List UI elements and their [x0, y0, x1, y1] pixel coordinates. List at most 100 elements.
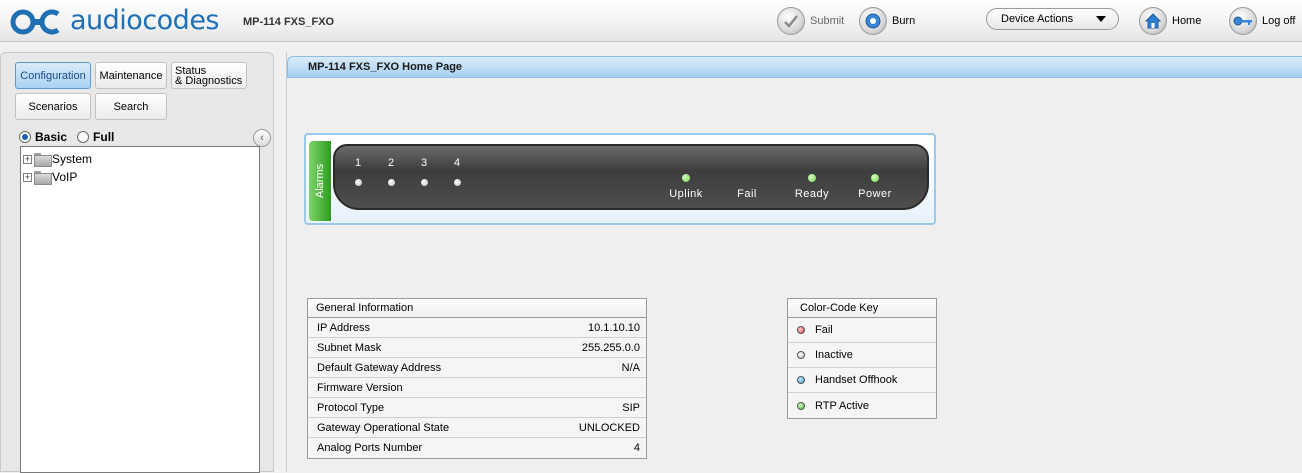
ready-led — [808, 174, 816, 182]
burn-disc-icon — [859, 7, 887, 35]
basic-label: Basic — [35, 130, 68, 144]
row-value: 4 — [633, 442, 640, 454]
tab-search[interactable]: Search — [95, 93, 167, 120]
device-actions-dropdown[interactable]: Device Actions — [986, 8, 1119, 30]
table-row: Analog Ports Number 4 — [308, 438, 646, 458]
logoff-label: Log off — [1262, 15, 1296, 27]
burn-label: Burn — [892, 15, 916, 27]
fail-label: Fail — [737, 188, 757, 200]
row-label: IP Address — [317, 321, 370, 334]
table-row: Protocol Type SIP — [308, 398, 646, 418]
uplink-label: Uplink — [669, 188, 703, 200]
row-label: Analog Ports Number — [317, 442, 423, 454]
full-radio[interactable] — [77, 131, 90, 143]
table-row: Gateway Operational State UNLOCKED — [308, 418, 646, 438]
device-front-panel: Alarms 1 2 3 4 Uplink Fail Ready Power — [304, 133, 936, 225]
port-led-3[interactable] — [421, 179, 428, 186]
expand-plus-icon[interactable]: + — [23, 154, 32, 164]
uplink-led — [682, 174, 690, 182]
list-item: Inactive — [788, 343, 936, 368]
full-label: Full — [93, 130, 115, 144]
key-label: RTP Active — [815, 399, 870, 412]
table-row: IP Address 10.1.10.10 — [308, 318, 646, 338]
color-code-key-title: Color-Code Key — [800, 302, 879, 314]
inactive-led-icon — [797, 351, 805, 359]
alarms-tab[interactable]: Alarms — [309, 141, 331, 221]
fail-led-icon — [797, 326, 805, 334]
home-button[interactable]: Home — [1139, 6, 1201, 36]
model-title: MP-114 FXS_FXO — [243, 16, 335, 28]
folder-icon — [34, 171, 52, 185]
tree-item-label: VoIP — [52, 170, 78, 184]
logo-mark-icon — [10, 9, 60, 35]
folder-icon — [34, 153, 52, 167]
port-led-2[interactable] — [388, 179, 395, 186]
row-value: SIP — [622, 401, 640, 414]
row-label: Subnet Mask — [317, 341, 382, 354]
row-label: Default Gateway Address — [317, 361, 442, 374]
menu-mode-selector: Basic Full — [19, 130, 114, 144]
basic-radio[interactable] — [19, 131, 31, 143]
list-item: Handset Offhook — [788, 368, 936, 393]
page-title-bar: MP-114 FXS_FXO Home Page — [287, 56, 1302, 78]
table-row: Firmware Version — [308, 378, 646, 398]
power-label: Power — [858, 188, 892, 200]
expand-plus-icon[interactable]: + — [23, 172, 32, 182]
tab-maintenance[interactable]: Maintenance — [95, 62, 167, 89]
row-value: 10.1.10.10 — [588, 321, 640, 334]
submit-label: Submit — [810, 15, 845, 27]
row-label: Gateway Operational State — [317, 421, 450, 434]
ready-label: Ready — [794, 188, 830, 200]
key-label: Inactive — [815, 349, 853, 361]
tree-item-voip[interactable]: + VoIP — [23, 170, 78, 185]
home-label: Home — [1172, 15, 1202, 27]
check-icon — [777, 7, 805, 35]
port-led-1[interactable] — [355, 179, 362, 186]
row-label: Firmware Version — [317, 381, 403, 394]
list-item: Fail — [788, 318, 936, 343]
audiocodes-logo: audiocodes — [8, 4, 236, 38]
house-icon — [1139, 7, 1167, 35]
key-icon — [1229, 7, 1257, 35]
navigation-sidebar: Configuration Maintenance Status & Diagn… — [0, 52, 274, 473]
burn-button[interactable]: Burn — [859, 6, 915, 36]
device-chassis: 1 2 3 4 Uplink Fail Ready Power — [333, 144, 929, 210]
general-information-table: General Information IP Address 10.1.10.1… — [307, 298, 647, 459]
row-value: N/A — [621, 361, 640, 374]
tab-scenarios-label: Scenarios — [28, 100, 78, 113]
general-information-header: General Information — [308, 299, 646, 318]
device-actions-label: Device Actions — [1001, 13, 1074, 25]
power-led — [871, 174, 879, 182]
logo-text: audiocodes — [70, 5, 220, 36]
submit-button[interactable]: Submit — [777, 6, 844, 36]
navigation-tree: + System + VoIP — [20, 146, 260, 473]
port-number: 2 — [387, 157, 395, 169]
rtp-active-led-icon — [797, 401, 805, 410]
row-value: UNLOCKED — [578, 421, 640, 434]
collapse-sidebar-button[interactable]: ‹ — [253, 129, 271, 147]
table-row: Default Gateway Address N/A — [308, 358, 646, 378]
main-content: MP-114 FXS_FXO Home Page Alarms 1 2 3 4 … — [286, 52, 1302, 472]
color-code-key-header: Color-Code Key — [788, 299, 936, 318]
key-label: Fail — [815, 324, 833, 336]
list-item: RTP Active — [788, 393, 936, 418]
tree-item-system[interactable]: + System — [23, 152, 93, 167]
alarms-label: Alarms — [314, 163, 327, 199]
chevron-left-icon: ‹ — [260, 132, 264, 144]
tab-status-label-line1: Status — [175, 64, 207, 77]
port-number: 4 — [453, 157, 461, 169]
offhook-led-icon — [797, 376, 805, 384]
color-code-key-table: Color-Code Key Fail Inactive Handset Off… — [787, 298, 937, 419]
port-number: 3 — [420, 157, 428, 169]
tab-scenarios[interactable]: Scenarios — [15, 93, 91, 120]
table-row: Subnet Mask 255.255.0.0 — [308, 338, 646, 358]
tree-item-label: System — [52, 152, 93, 166]
page-title: MP-114 FXS_FXO Home Page — [308, 61, 463, 73]
tab-maintenance-label: Maintenance — [99, 69, 163, 82]
tab-configuration[interactable]: Configuration — [15, 62, 91, 89]
tab-search-label: Search — [113, 100, 149, 113]
logoff-button[interactable]: Log off — [1229, 6, 1295, 36]
top-header: audiocodes MP-114 FXS_FXO Submit Burn De… — [0, 0, 1302, 42]
port-led-4[interactable] — [454, 179, 461, 186]
tab-status-diagnostics[interactable]: Status & Diagnostics — [171, 62, 247, 89]
